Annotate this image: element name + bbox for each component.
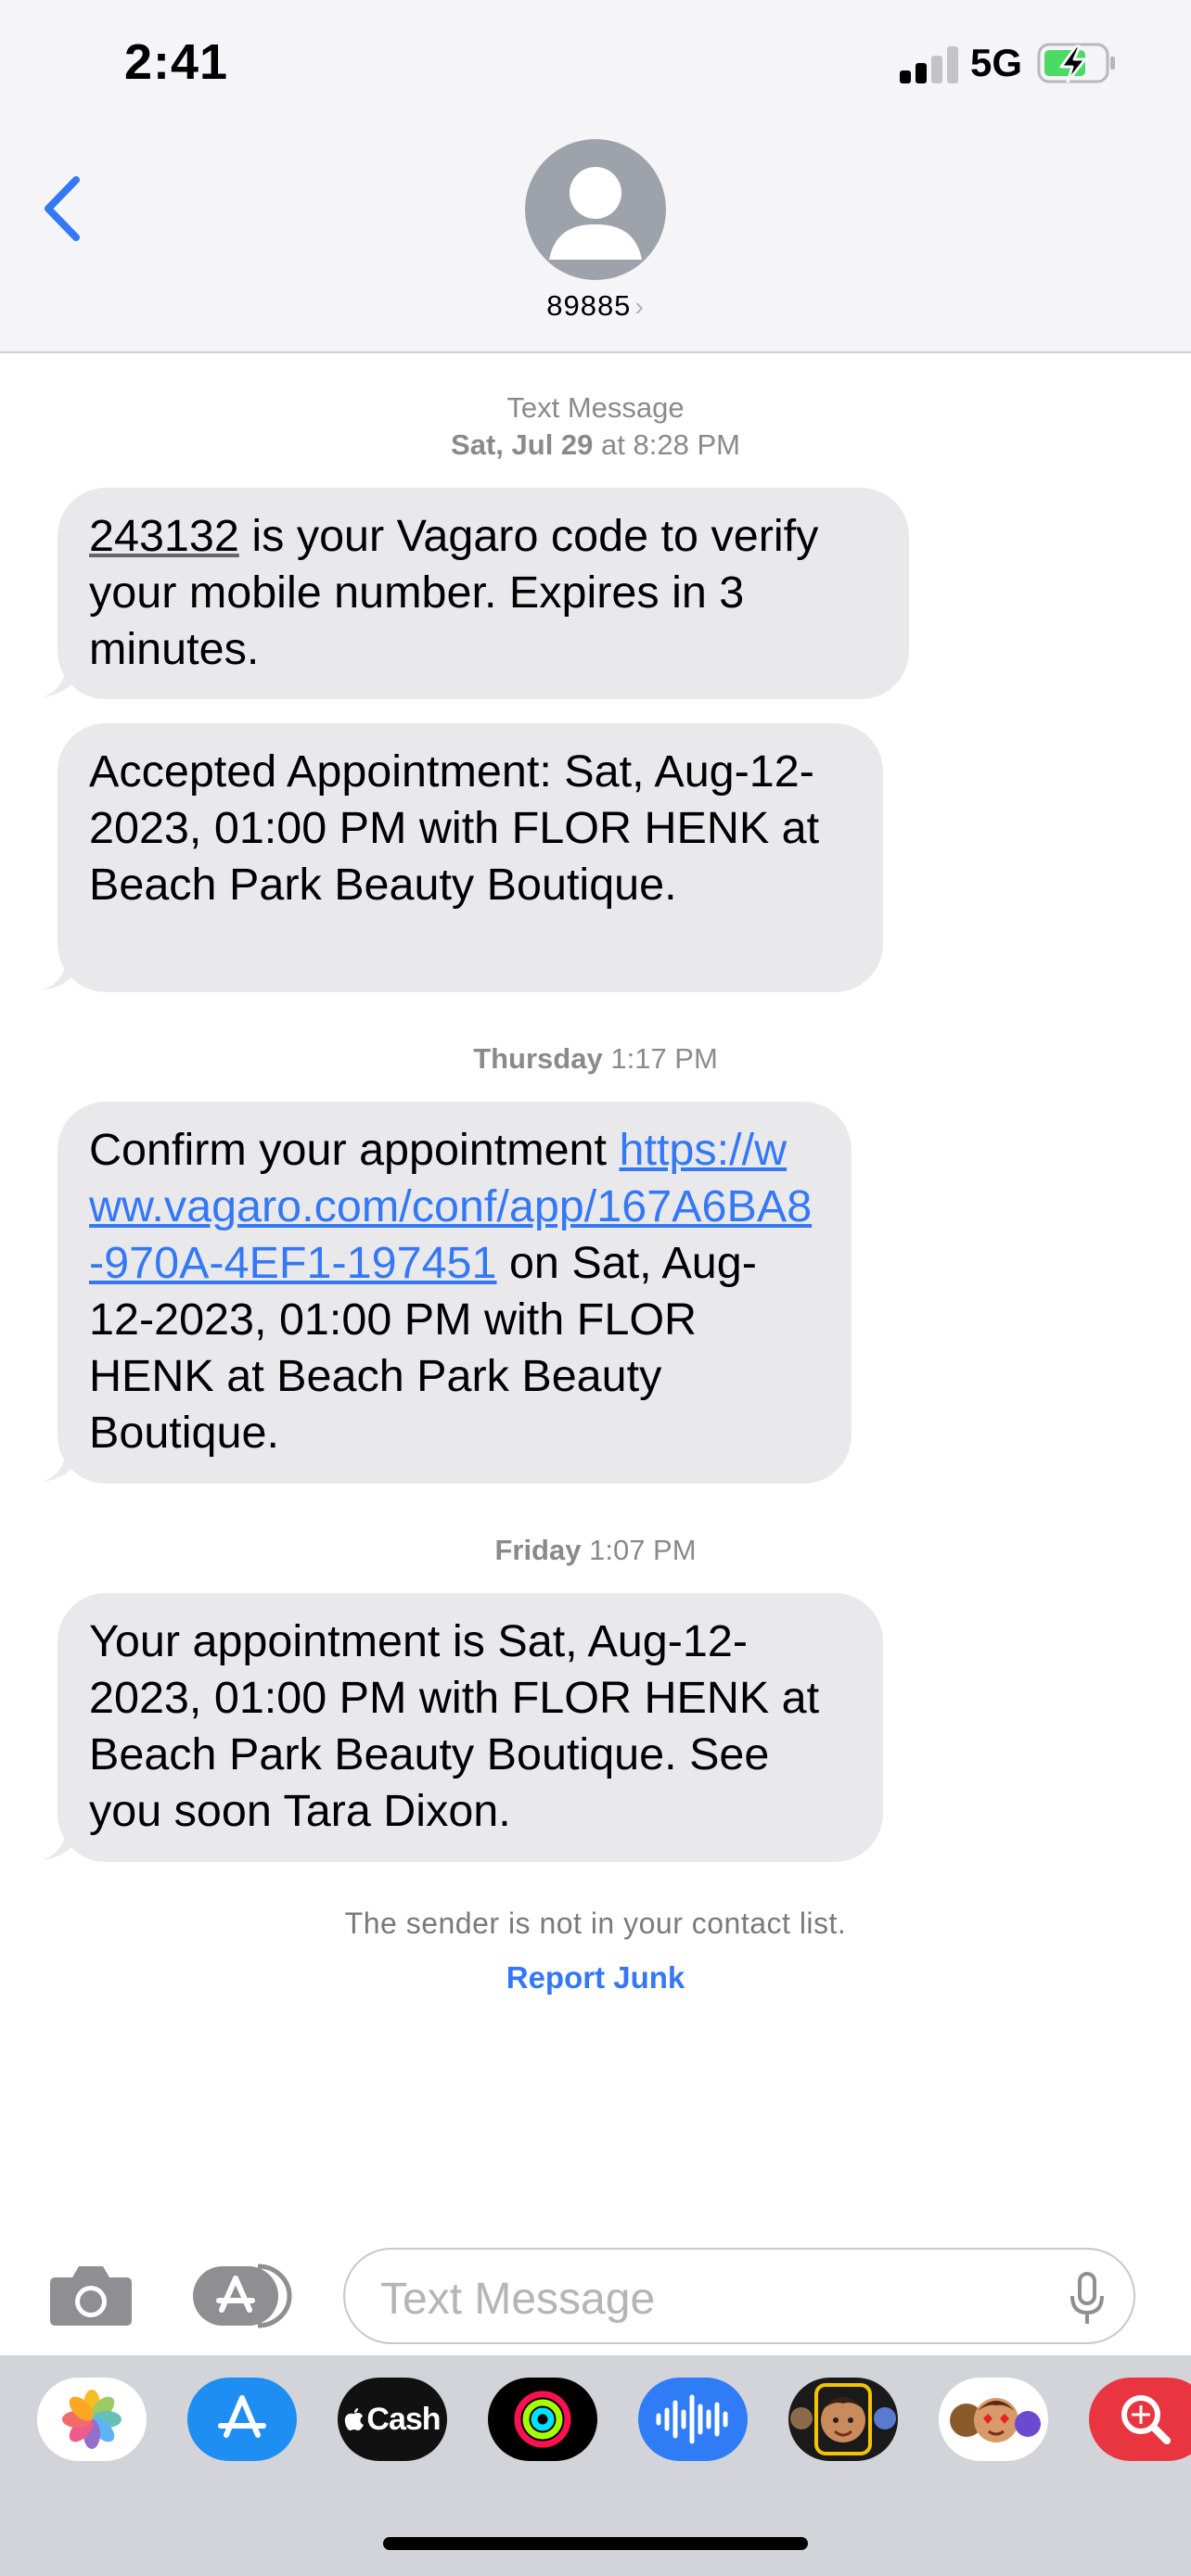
chevron-right-icon: › (634, 292, 645, 321)
bubble-tail (43, 1441, 83, 1482)
message-bubble[interactable]: 243132 is your Vagaro code to verify you… (58, 488, 909, 699)
message-text: Your appointment is Sat, Aug-12-2023, 01… (89, 1616, 820, 1836)
verification-code-link[interactable]: 243132 (89, 511, 239, 561)
memoji-stickers-app-icon[interactable] (939, 2378, 1048, 2461)
message-type-label: Text Message (506, 391, 685, 424)
avatar[interactable] (525, 139, 666, 280)
conversation-timestamp: Sat, Jul 29 at 8:28 PM (451, 428, 740, 461)
message-text: Accepted Appointment: Sat, Aug-12-2023, … (89, 746, 820, 910)
message-bubble[interactable]: Accepted Appointment: Sat, Aug-12-2023, … (58, 723, 883, 992)
photos-app-icon[interactable] (37, 2378, 147, 2461)
message-input[interactable]: Text Message (343, 2248, 1135, 2344)
home-indicator[interactable] (383, 2537, 808, 2550)
conversation-header-label: Text Message Sat, Jul 29 at 8:28 PM (0, 389, 1191, 464)
contact-name: 89885 (546, 289, 632, 322)
message-input-placeholder: Text Message (380, 2275, 656, 2324)
image-search-app-icon[interactable] (1089, 2378, 1191, 2461)
microphone-icon[interactable] (1069, 2272, 1106, 2326)
report-junk-button[interactable]: Report Junk (0, 1960, 1191, 1996)
bubble-tail (43, 950, 83, 990)
apple-cash-app-icon[interactable]: Cash (338, 2378, 447, 2461)
status-time: 2:41 (124, 34, 229, 90)
audio-message-app-icon[interactable] (638, 2378, 748, 2461)
message-text: Confirm your appointment (89, 1125, 620, 1175)
bubble-tail (43, 657, 83, 697)
cellular-signal-icon (900, 46, 959, 83)
chevron-left-icon[interactable] (35, 172, 91, 245)
apple-cash-label: Cash (366, 2401, 441, 2437)
message-bubble[interactable]: Your appointment is Sat, Aug-12-2023, 01… (58, 1593, 883, 1862)
network-type: 5G (970, 41, 1023, 84)
messages-screen: 2:41 5G 89885 › Text Message Sat, Jul 29… (0, 0, 1191, 2576)
unknown-sender-notice: The sender is not in your contact list. (344, 1906, 847, 1940)
person-silhouette-icon (549, 167, 642, 260)
apple-logo-icon (345, 2408, 365, 2430)
camera-icon[interactable] (48, 2263, 134, 2327)
app-store-icon[interactable] (193, 2264, 295, 2328)
battery-charging-icon (1037, 43, 1115, 83)
memoji-app-icon[interactable] (788, 2378, 898, 2461)
message-timestamp: Thursday 1:17 PM (473, 1042, 718, 1075)
conversation-header: 2:41 5G 89885 › (0, 0, 1191, 353)
app-store-app-icon[interactable] (187, 2378, 297, 2461)
contact-name-button[interactable]: 89885 › (519, 289, 672, 323)
message-bubble[interactable]: Confirm your appointment https://www.vag… (58, 1102, 852, 1484)
bubble-tail (43, 1819, 83, 1860)
activity-app-icon[interactable] (488, 2378, 597, 2461)
message-timestamp: Friday 1:07 PM (494, 1534, 697, 1566)
